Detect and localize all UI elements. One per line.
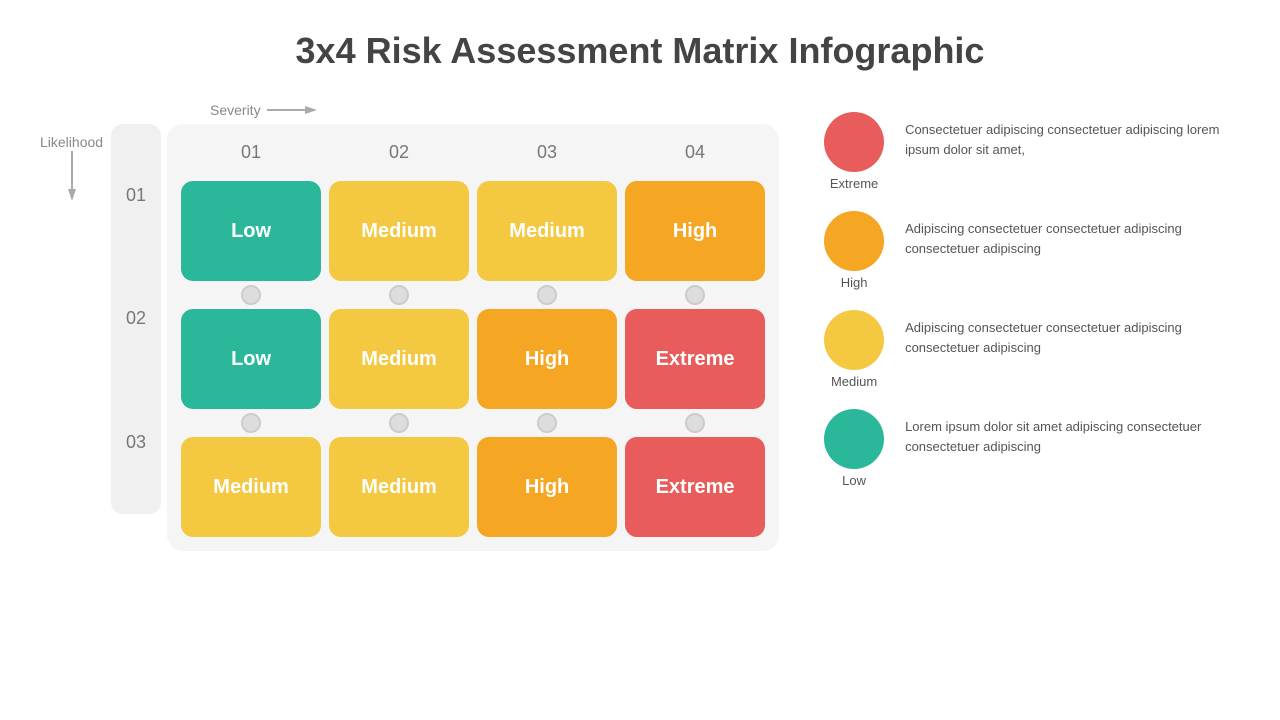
cell-1-1: Low [181, 181, 321, 281]
row-numbers: 01 02 03 [111, 124, 161, 514]
page: 3x4 Risk Assessment Matrix Infographic S… [0, 0, 1280, 720]
cell-3-3: High [477, 437, 617, 537]
grid-row-2: Low Medium High Extreme [177, 305, 769, 413]
col-headers: 01 02 03 04 [177, 134, 769, 171]
legend-circle-low-container: Low [819, 409, 889, 488]
dot-2-3 [477, 413, 617, 433]
cell-2-4: Extreme [625, 309, 765, 409]
grid-rows: Low Medium Medium High [177, 177, 769, 541]
dot-2-1 [181, 413, 321, 433]
cell-3-2: Medium [329, 437, 469, 537]
legend-circle-medium-container: Medium [819, 310, 889, 389]
col-header-2: 02 [329, 134, 469, 171]
legend-text-low: Lorem ipsum dolor sit amet adipiscing co… [905, 409, 1240, 456]
connector-row-2 [177, 413, 769, 433]
legend-circle-extreme [824, 112, 884, 172]
likelihood-label: Likelihood [40, 134, 103, 150]
cell-1-3: Medium [477, 181, 617, 281]
severity-label-area: Severity [210, 102, 317, 118]
grid-row-1: Low Medium Medium High [177, 177, 769, 285]
legend-item-high: High Adipiscing consectetuer consectetue… [819, 211, 1240, 290]
row-num-2: 02 [126, 308, 146, 329]
main-content: Severity Likelihood [40, 102, 1240, 551]
legend-circle-extreme-container: Extreme [819, 112, 889, 191]
legend-circle-low [824, 409, 884, 469]
dot-2-4 [625, 413, 765, 433]
legend: Extreme Consectetuer adipiscing consecte… [819, 112, 1240, 488]
cell-3-4: Extreme [625, 437, 765, 537]
cell-2-1: Low [181, 309, 321, 409]
legend-label-extreme: Extreme [830, 176, 878, 191]
row-num-1: 01 [126, 185, 146, 206]
legend-item-low: Low Lorem ipsum dolor sit amet adipiscin… [819, 409, 1240, 488]
legend-label-medium: Medium [831, 374, 877, 389]
dot-1-3 [477, 285, 617, 305]
severity-arrow [267, 103, 317, 117]
col-header-3: 03 [477, 134, 617, 171]
legend-text-extreme: Consectetuer adipiscing consectetuer adi… [905, 112, 1240, 159]
legend-circle-medium [824, 310, 884, 370]
likelihood-arrow [65, 156, 79, 196]
matrix-container: Severity Likelihood [40, 102, 779, 551]
legend-item-medium: Medium Adipiscing consectetuer consectet… [819, 310, 1240, 389]
cell-1-2: Medium [329, 181, 469, 281]
matrix-main: Likelihood 01 02 03 [40, 124, 779, 551]
legend-text-high: Adipiscing consectetuer consectetuer adi… [905, 211, 1240, 258]
legend-item-extreme: Extreme Consectetuer adipiscing consecte… [819, 112, 1240, 191]
legend-circle-high [824, 211, 884, 271]
legend-label-high: High [841, 275, 868, 290]
dot-2-2 [329, 413, 469, 433]
matrix-grid: 01 02 03 04 Low Medium Medium High [167, 124, 779, 551]
dot-1-2 [329, 285, 469, 305]
col-header-1: 01 [181, 134, 321, 171]
cell-3-1: Medium [181, 437, 321, 537]
cell-2-3: High [477, 309, 617, 409]
likelihood-area: Likelihood [40, 134, 103, 196]
page-title: 3x4 Risk Assessment Matrix Infographic [296, 30, 985, 72]
legend-label-low: Low [842, 473, 866, 488]
grid-row-3: Medium Medium High Extreme [177, 433, 769, 541]
dot-1-4 [625, 285, 765, 305]
row-num-3: 03 [126, 432, 146, 453]
legend-text-medium: Adipiscing consectetuer consectetuer adi… [905, 310, 1240, 357]
severity-label: Severity [210, 102, 261, 118]
legend-circle-high-container: High [819, 211, 889, 290]
dot-1-1 [181, 285, 321, 305]
cell-1-4: High [625, 181, 765, 281]
connector-row-1 [177, 285, 769, 305]
col-header-4: 04 [625, 134, 765, 171]
cell-2-2: Medium [329, 309, 469, 409]
